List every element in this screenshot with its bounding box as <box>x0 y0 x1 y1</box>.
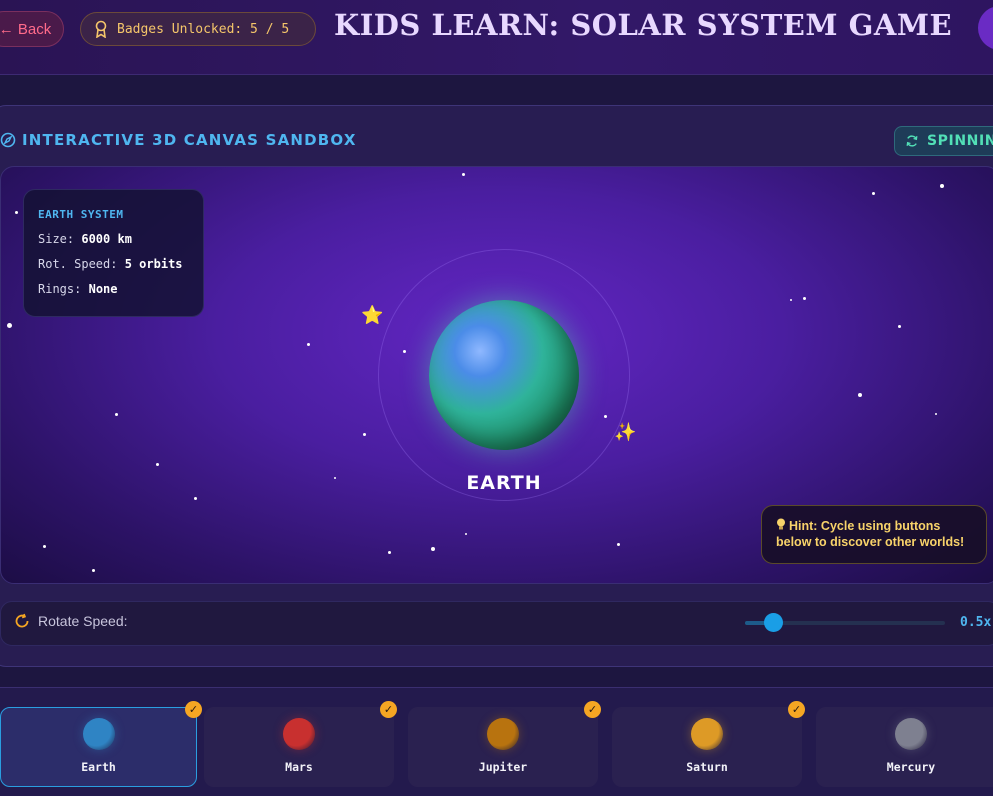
info-size-row: Size: 6000 km <box>38 232 203 246</box>
spinning-status-label: SPINNING <box>927 133 993 149</box>
planet-card-label: Mercury <box>886 760 936 774</box>
rotate-icon <box>15 613 29 628</box>
planet-card-mercury[interactable]: Mercury <box>816 707 993 787</box>
background-star <box>363 433 366 436</box>
refresh-icon <box>906 135 918 147</box>
unlocked-check-icon: ✓ <box>788 701 805 718</box>
rotate-speed-label-group: Rotate Speed: <box>14 613 128 629</box>
planet-card-label: Earth <box>81 760 116 774</box>
info-size-label: Size: <box>38 232 75 246</box>
info-speed-label: Rot. Speed: <box>38 257 118 271</box>
background-star <box>307 343 310 346</box>
planet-card-jupiter[interactable]: Jupiter <box>408 707 598 787</box>
background-star <box>194 497 197 500</box>
unlocked-check-icon: ✓ <box>185 701 202 718</box>
planet-card-earth[interactable]: Earth <box>0 707 197 787</box>
info-rings-value: None <box>88 282 118 296</box>
spinning-status-badge[interactable]: SPINNING <box>894 126 993 156</box>
background-star <box>15 211 18 214</box>
info-size-value: 6000 km <box>81 232 132 246</box>
planet-info-box: EARTH SYSTEM Size: 6000 km Rot. Speed: 5… <box>23 189 204 317</box>
planet-card-saturn[interactable]: Saturn <box>612 707 802 787</box>
background-star <box>790 299 792 301</box>
background-star <box>940 184 944 188</box>
sparkle-icon[interactable]: ✨ <box>614 424 636 442</box>
planet-dot-icon <box>283 718 315 750</box>
page-title: KIDS LEARN: SOLAR SYSTEM GAME <box>334 8 953 42</box>
background-star <box>431 547 435 551</box>
info-title: EARTH SYSTEM <box>38 208 124 221</box>
planet-dot-icon <box>82 718 115 750</box>
background-star <box>858 393 862 397</box>
background-star <box>115 413 118 416</box>
background-star <box>43 545 46 548</box>
planet-card-label: Saturn <box>686 760 728 774</box>
hint-line-2: below to discover other worlds! <box>776 535 965 549</box>
badges-label: Badges Unlocked: 5 / 5 <box>117 21 290 37</box>
star-icon[interactable]: ⭐ <box>361 307 383 325</box>
background-star <box>872 192 875 195</box>
compass-icon <box>0 132 16 148</box>
background-star <box>334 477 336 479</box>
back-button[interactable]: ← Back <box>0 11 64 47</box>
background-star <box>803 297 806 300</box>
sandbox-title-label: INTERACTIVE 3D CANVAS SANDBOX <box>22 131 357 149</box>
hint-line-1: Hint: Cycle using buttons <box>776 518 986 534</box>
background-star <box>7 323 12 328</box>
background-star <box>92 569 95 572</box>
app-header: ← Back Badges Unlocked: 5 / 5 KIDS LEARN… <box>0 0 993 75</box>
planet-card-mars[interactable]: Mars <box>204 707 394 787</box>
background-star <box>465 533 467 535</box>
earth-planet[interactable] <box>429 300 579 450</box>
unlocked-check-icon: ✓ <box>584 701 601 718</box>
background-star <box>898 325 901 328</box>
sandbox-title: INTERACTIVE 3D CANVAS SANDBOX <box>0 131 357 149</box>
info-speed-row: Rot. Speed: 5 orbits <box>38 257 203 271</box>
background-star <box>617 543 620 546</box>
solar-canvas[interactable]: EARTH SYSTEM Size: 6000 km Rot. Speed: 5… <box>0 166 993 584</box>
planet-card-label: Jupiter <box>478 760 528 774</box>
planet-dot-icon <box>895 718 927 750</box>
info-rings-label: Rings: <box>38 282 82 296</box>
speed-value: 0.5x <box>960 615 992 630</box>
planet-card-label: Mars <box>285 760 313 774</box>
unlocked-check-icon: ✓ <box>380 701 397 718</box>
background-star <box>935 413 937 415</box>
planet-label: EARTH <box>466 472 542 494</box>
planet-dot-icon <box>691 718 723 750</box>
badges-counter: Badges Unlocked: 5 / 5 <box>80 12 316 46</box>
rotate-speed-label: Rotate Speed: <box>38 613 128 629</box>
planet-dot-icon <box>487 718 519 750</box>
award-icon <box>95 20 107 38</box>
hint-line-1-text: Hint: Cycle using buttons <box>789 519 941 533</box>
hint-box: Hint: Cycle using buttons below to disco… <box>761 505 987 564</box>
avatar[interactable] <box>978 6 993 50</box>
background-star <box>462 173 465 176</box>
speed-slider-thumb[interactable] <box>763 613 783 632</box>
background-star <box>156 463 159 466</box>
info-rings-row: Rings: None <box>38 282 203 296</box>
lightbulb-icon <box>777 518 785 530</box>
background-star <box>388 551 391 554</box>
info-speed-value: 5 orbits <box>124 257 183 271</box>
